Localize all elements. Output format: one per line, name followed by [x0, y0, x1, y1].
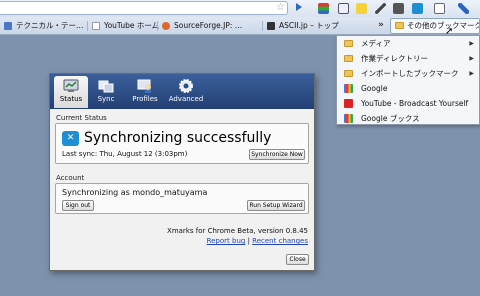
footer-links: Report bug | Recent changes	[207, 237, 308, 245]
menu-item-label: メディア	[361, 39, 391, 48]
bookmark-label: YouTube ホーム	[104, 21, 160, 30]
version-text: Xmarks for Chrome Beta, version 0.8.45	[167, 227, 308, 235]
menu-item-label: インポートしたブックマーク	[361, 69, 459, 78]
submenu-arrow-icon: ▶	[469, 40, 474, 47]
extension-frame-icon[interactable]	[338, 3, 349, 14]
status-monitor-icon	[63, 79, 79, 92]
xmarks-settings-dialog: Status Sync Profiles Advanced Current St…	[49, 73, 315, 271]
go-icon[interactable]	[296, 3, 302, 11]
other-bookmarks-button[interactable]: その他のブックマーク	[390, 18, 480, 34]
report-bug-link[interactable]: Report bug	[207, 237, 246, 245]
folder-icon	[344, 40, 353, 47]
extension-note-icon[interactable]	[356, 3, 367, 14]
folder-icon	[344, 55, 353, 62]
bookmark-separator	[157, 21, 158, 31]
menu-item-label: YouTube - Broadcast Yourself	[361, 99, 469, 108]
recent-changes-link[interactable]: Recent changes	[252, 237, 308, 245]
xmarks-logo-icon: ✕	[62, 131, 79, 146]
menu-item-google[interactable]: Google	[337, 81, 479, 96]
folder-icon	[344, 70, 353, 77]
extension-chart-icon[interactable]	[318, 3, 329, 14]
current-status-group: ✕ Synchronizing successfully Last sync: …	[55, 123, 309, 164]
other-bookmarks-menu: メディア ▶ 作業ディレクトリー ▶ インポートしたブックマーク ▶ Googl…	[336, 35, 480, 125]
bookmark-item[interactable]: YouTube ホーム	[92, 20, 159, 32]
bookmark-item[interactable]: ASCII.jp – トップ	[267, 20, 339, 32]
last-sync-text: Last sync: Thu, August 12 (3:03pm)	[62, 150, 188, 158]
extension-pen-icon[interactable]	[375, 3, 386, 14]
menu-item-label: 作業ディレクトリー	[361, 54, 428, 63]
sync-status-headline: Synchronizing successfully	[84, 130, 272, 146]
xmarks-extension-icon[interactable]	[412, 3, 423, 14]
tab-profiles[interactable]: Profiles	[128, 76, 162, 108]
bookmark-page-icon	[92, 22, 100, 30]
google-icon	[344, 84, 353, 93]
link-separator: |	[247, 237, 250, 245]
run-setup-wizard-button[interactable]: Run Setup Wizard	[247, 200, 305, 211]
address-bar[interactable]	[0, 1, 288, 15]
account-text: Synchronizing as mondo_matuyama	[62, 188, 208, 197]
menu-item-youtube[interactable]: YouTube - Broadcast Yourself	[337, 96, 479, 111]
browser-toolbar: ☆	[0, 0, 480, 17]
gear-icon	[179, 79, 193, 93]
sourceforge-icon	[162, 22, 170, 30]
close-button[interactable]: Close	[286, 254, 309, 265]
youtube-icon	[344, 99, 353, 108]
profiles-icon	[137, 79, 151, 93]
menu-item-label: Google ブックス	[361, 114, 420, 123]
menu-item-work-directory[interactable]: 作業ディレクトリー ▶	[337, 51, 479, 66]
tab-label: Sync	[97, 95, 115, 103]
bookmark-separator	[262, 21, 263, 31]
account-group: Synchronizing as mondo_matuyama Sign out…	[55, 183, 309, 214]
tab-status[interactable]: Status	[54, 76, 88, 108]
ascii-icon	[267, 22, 275, 30]
other-bookmarks-label: その他のブックマーク	[407, 21, 480, 30]
synchronize-now-button[interactable]: Synchronize Now	[249, 149, 305, 160]
submenu-arrow-icon: ▶	[469, 55, 474, 62]
menu-item-imported-bookmarks[interactable]: インポートしたブックマーク ▶	[337, 66, 479, 81]
dialog-tab-bar: Status Sync Profiles Advanced	[50, 74, 314, 109]
bookmark-separator	[87, 21, 88, 31]
menu-item-google-books[interactable]: Google ブックス	[337, 111, 479, 126]
menu-item-label: Google	[361, 84, 388, 93]
tab-label: Advanced	[168, 95, 204, 103]
tab-label: Status	[59, 95, 83, 103]
tab-label: Profiles	[132, 95, 158, 103]
sign-out-button[interactable]: Sign out	[62, 200, 94, 211]
extension-k-icon[interactable]	[393, 3, 404, 14]
sync-icon	[98, 80, 114, 93]
folder-icon	[395, 22, 404, 29]
current-status-heading: Current Status	[56, 114, 107, 122]
page-menu-icon[interactable]	[434, 3, 445, 14]
bookmark-favicon-icon	[4, 22, 12, 30]
bookmark-label: SourceForge.JP: …	[174, 21, 243, 30]
bookmark-item[interactable]: SourceForge.JP: …	[162, 20, 242, 32]
account-heading: Account	[56, 174, 85, 182]
bookmarks-overflow-chevron[interactable]: »	[378, 20, 384, 30]
wrench-icon[interactable]	[458, 3, 469, 14]
bookmark-label: テクニカル・テー…	[16, 21, 84, 30]
star-icon[interactable]: ☆	[276, 2, 285, 14]
tab-sync[interactable]: Sync	[92, 76, 120, 108]
bookmark-item[interactable]: テクニカル・テー…	[4, 20, 84, 32]
menu-item-media[interactable]: メディア ▶	[337, 36, 479, 51]
google-icon	[344, 114, 353, 123]
tab-advanced[interactable]: Advanced	[166, 76, 206, 108]
bookmark-label: ASCII.jp – トップ	[279, 21, 339, 30]
submenu-arrow-icon: ▶	[469, 70, 474, 77]
